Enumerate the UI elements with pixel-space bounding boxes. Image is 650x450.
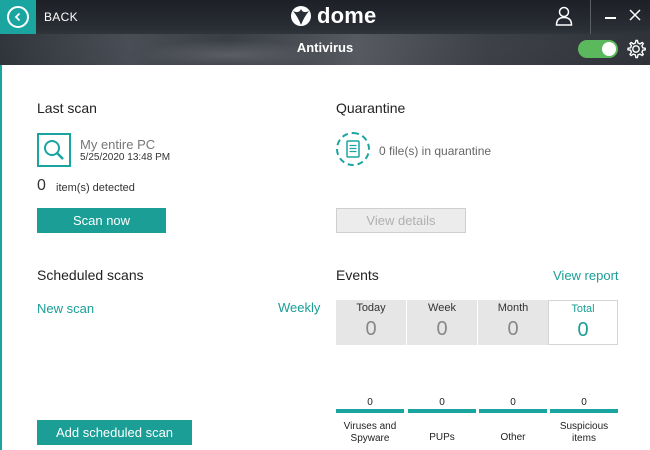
events-week[interactable]: Week 0 [407, 300, 477, 345]
dome-logo-icon [291, 6, 311, 26]
new-scan-link[interactable]: New scan [37, 301, 94, 316]
scan-frequency[interactable]: Weekly [278, 300, 320, 315]
events-today[interactable]: Today 0 [336, 300, 406, 345]
document-icon [336, 132, 370, 166]
events-title: Events [336, 267, 379, 283]
last-scan-title: Last scan [37, 100, 97, 116]
left-accent-bar [0, 65, 2, 450]
header-bar: BACK dome Antivirus [0, 0, 650, 65]
category-name: PUPs [429, 432, 455, 443]
magnifier-icon [37, 133, 71, 167]
category-name: Viruses and Spyware [336, 421, 404, 445]
events-period-label: Month [497, 302, 529, 314]
category-name: Suspicious items [550, 421, 618, 445]
scan-target: My entire PC [80, 137, 156, 152]
header-divider [590, 0, 591, 34]
category-count: 0 [510, 397, 516, 408]
category-name: Other [500, 432, 526, 443]
events-month[interactable]: Month 0 [478, 300, 548, 345]
events-period-value: 0 [436, 318, 448, 340]
category-bar [479, 409, 547, 413]
quarantine-title: Quarantine [336, 100, 406, 116]
chevron-left-icon [7, 6, 29, 28]
user-icon[interactable] [555, 6, 573, 31]
scan-date: 5/25/2020 13:48 PM [80, 152, 171, 163]
minimize-icon[interactable] [604, 7, 618, 25]
category-bar [550, 409, 618, 413]
close-icon[interactable] [628, 8, 642, 27]
events-period-value: 0 [507, 318, 519, 340]
category-name-line: Spyware [350, 433, 390, 444]
app-window: BACK dome Antivirus Last scan My entire … [0, 0, 650, 450]
events-period-label: Week [428, 302, 456, 314]
gear-icon[interactable] [625, 38, 647, 65]
quarantine-status: 0 file(s) in quarantine [379, 144, 492, 158]
scheduled-scans-title: Scheduled scans [37, 267, 144, 283]
antivirus-toggle[interactable] [578, 40, 618, 58]
detected-label: item(s) detected [56, 182, 135, 194]
events-period-value: 0 [577, 319, 589, 341]
logo-text: dome [317, 3, 377, 28]
category-count: 0 [581, 397, 587, 408]
category-bar [408, 409, 476, 413]
category-count: 0 [367, 397, 373, 408]
category-count: 0 [439, 397, 445, 408]
section-title: Antivirus [296, 40, 354, 55]
category-bar [336, 409, 404, 413]
back-label[interactable]: BACK [44, 10, 78, 24]
view-report-link[interactable]: View report [553, 268, 619, 283]
category-name-line: Suspicious [559, 421, 609, 432]
events-period-label: Today [356, 302, 386, 314]
events-period-value: 0 [365, 318, 377, 340]
events-period-label: Total [571, 303, 595, 315]
view-details-button[interactable]: View details [336, 208, 466, 233]
category-name-line: Viruses and [343, 421, 397, 432]
scan-now-button[interactable]: Scan now [37, 208, 166, 233]
category-name-line: items [572, 433, 596, 444]
detected-count: 0 [37, 177, 46, 194]
back-button[interactable] [0, 0, 36, 34]
events-total[interactable]: Total 0 [548, 300, 618, 345]
dome-logo: dome [290, 3, 377, 28]
add-scheduled-scan-button[interactable]: Add scheduled scan [37, 420, 192, 445]
